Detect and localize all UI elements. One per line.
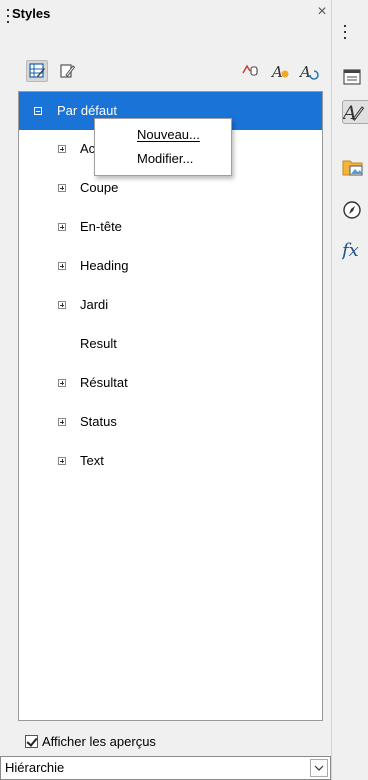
new-style-from-selection-icon[interactable]: A [270,60,292,82]
close-button[interactable]: × [314,3,330,21]
functions-icon[interactable]: fx [342,238,368,262]
tree-item-label: Text [80,453,104,468]
chevron-down-icon[interactable] [310,759,328,777]
expand-icon[interactable] [58,418,66,426]
collapse-icon[interactable] [34,107,42,115]
fill-format-mode-icon[interactable] [240,60,262,82]
menu-item-label: Modifier... [137,151,194,166]
styles-toolbar: A A [0,56,331,88]
panel-title-bar: Styles × [0,0,331,28]
menu-item-modify[interactable]: Modifier... [95,147,231,171]
styles-icon[interactable]: A [342,100,368,124]
update-style-icon[interactable]: A [298,60,320,82]
panel-grip-icon[interactable] [6,9,9,23]
expand-icon[interactable] [58,379,66,387]
svg-text:A: A [299,63,311,81]
tree-item-label: Heading [80,258,129,273]
expand-icon[interactable] [58,145,66,153]
styles-panel: Styles × A A Par défaut Coupe En-tête He… [0,0,331,780]
tree-item-label: Résultat [80,375,128,390]
preview-checkbox-row[interactable]: Afficher les aperçus [25,733,325,753]
sidebar-deck: A fx [332,0,368,780]
expand-icon[interactable] [58,223,66,231]
properties-icon[interactable] [342,65,368,89]
expand-icon[interactable] [58,262,66,270]
tree-item-label: En-tête [80,219,122,234]
panel-title: Styles [12,6,51,21]
expand-icon[interactable] [58,301,66,309]
tree-item[interactable]: Coupe [19,172,322,208]
tree-item-label: Par défaut [57,103,117,118]
tree-item-label: Coupe [80,180,119,195]
preview-checkbox[interactable] [25,735,38,748]
style-filter-value: Hiérarchie [5,760,65,775]
navigator-icon[interactable] [342,198,368,222]
tree-item[interactable]: Jardi [19,289,322,325]
tree-item[interactable]: Status [19,406,322,442]
menu-item-new[interactable]: Nouveau... [95,123,231,147]
gallery-icon[interactable] [342,155,368,179]
hierarchical-list-icon[interactable] [26,60,48,82]
style-filter-select[interactable]: Hiérarchie [0,756,331,780]
tree-item[interactable]: Heading [19,250,322,286]
menu-item-label: Nouveau... [137,127,200,142]
styles-tree[interactable]: Par défaut Accent Coupe En-tête Heading … [18,91,323,721]
tree-item[interactable]: En-tête [19,211,322,247]
preview-checkbox-label: Afficher les aperçus [42,734,156,749]
tree-item[interactable]: Résultat [19,367,322,403]
style-list-icon[interactable] [56,60,78,82]
svg-text:A: A [271,63,283,81]
tree-item-label: Jardi [80,297,109,312]
deck-grip-icon[interactable] [344,25,347,39]
expand-icon[interactable] [58,457,66,465]
tree-item[interactable]: Result [19,328,322,364]
expand-icon[interactable] [58,184,66,192]
svg-text:fx: fx [342,240,359,261]
context-menu: Nouveau... Modifier... [94,118,232,176]
tree-item-label: Result [80,336,117,351]
tree-item[interactable]: Text [19,445,322,481]
tree-item-label: Status [80,414,117,429]
